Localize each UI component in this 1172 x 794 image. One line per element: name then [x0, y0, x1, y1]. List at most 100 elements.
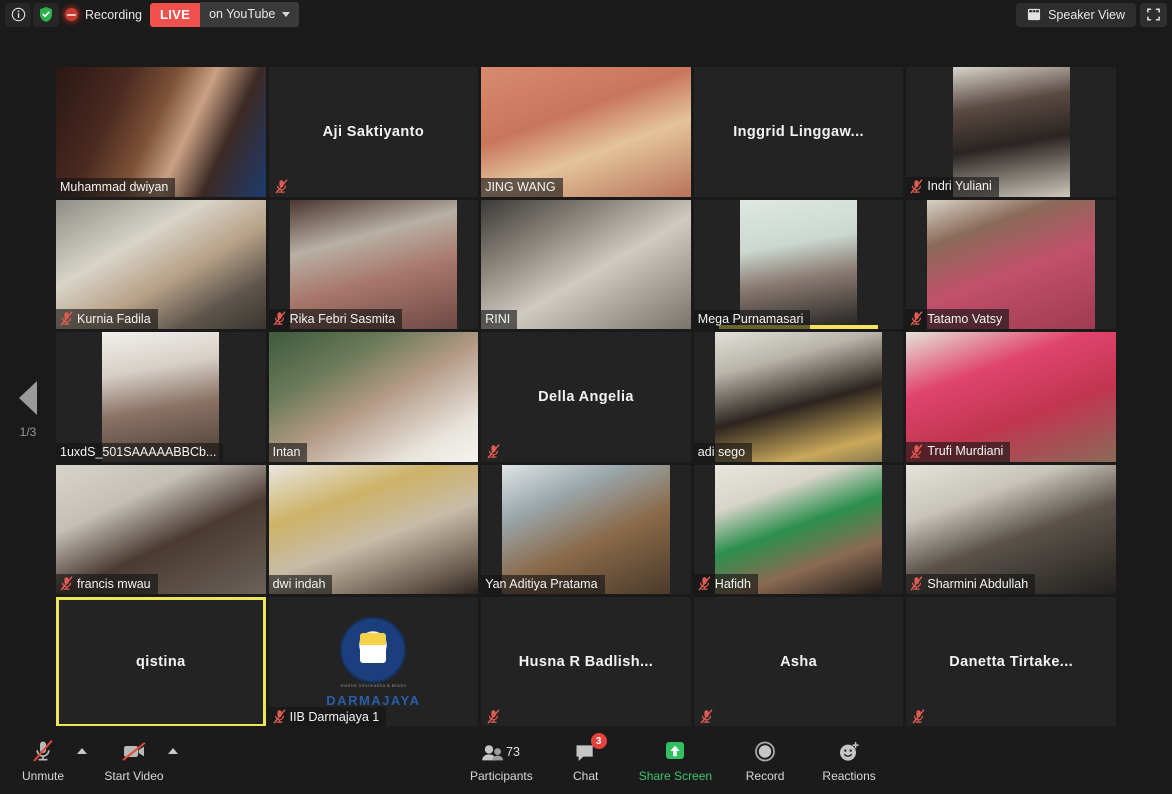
participant-name-bar: Mega Purnamasari	[693, 310, 811, 330]
previous-page-button[interactable]: 1/3	[10, 381, 46, 439]
participant-name-bar: Hafidh	[693, 574, 758, 595]
participant-tile[interactable]: Kurnia Fadila	[56, 199, 266, 330]
participant-tile[interactable]: Trufi Murdiani	[906, 332, 1116, 462]
participant-tile[interactable]: Rika Febri Sasmita	[268, 199, 479, 330]
participant-tile[interactable]: RINI	[481, 199, 691, 330]
grid-view-icon	[1028, 8, 1041, 21]
participant-name: adi sego	[697, 444, 746, 459]
participant-tile[interactable]: Intan	[268, 332, 479, 462]
mic-off-icon	[911, 311, 923, 326]
video-options-chevron-icon[interactable]	[168, 748, 178, 754]
mic-off-icon	[60, 576, 73, 591]
people-icon: 73	[480, 738, 522, 764]
participant-name-bar: Sharmini Abdullah	[906, 574, 1036, 595]
fullscreen-icon	[1147, 8, 1160, 21]
participant-name: Muhammad dwiyan	[60, 179, 169, 194]
share-screen-button[interactable]: Share Screen	[639, 732, 712, 788]
participants-label: Participants	[470, 768, 533, 783]
participant-tile[interactable]: Sharmini Abdullah	[906, 464, 1116, 595]
participant-tile[interactable]: Inggrid Linggaw...	[693, 67, 904, 197]
participant-tile[interactable]: Della Angelia	[481, 332, 691, 462]
participant-name: Indri Yuliani	[927, 179, 992, 194]
participant-name-bar: francis mwau	[56, 574, 158, 595]
shield-check-icon[interactable]	[33, 2, 59, 27]
participant-name-bar: Kurnia Fadila	[56, 309, 158, 330]
audio-options-chevron-icon[interactable]	[77, 748, 87, 754]
participant-tile[interactable]: adi sego	[693, 332, 904, 462]
info-icon[interactable]	[5, 2, 31, 27]
participant-tile[interactable]: francis mwau	[56, 464, 266, 595]
start-video-label: Start Video	[104, 768, 164, 783]
chat-label: Chat	[573, 768, 599, 783]
share-screen-icon	[660, 738, 690, 764]
participant-name: francis mwau	[77, 576, 151, 591]
participant-name: qistina	[136, 654, 186, 671]
mic-off-icon	[30, 738, 56, 764]
speaker-view-label: Speaker View	[1048, 7, 1125, 22]
participants-button[interactable]: 73 Participants	[470, 732, 533, 788]
participant-name: 1uxdS_501SAAAAABBCb...	[60, 444, 217, 459]
participant-tile[interactable]: Indri Yuliani	[906, 67, 1116, 197]
top-status-bar: Recording LIVE on YouTube Speaker View	[0, 0, 1172, 29]
participant-tile[interactable]: qistina	[56, 597, 266, 727]
start-video-button[interactable]: Start Video	[103, 732, 165, 788]
unmute-label: Unmute	[21, 768, 65, 783]
reactions-button[interactable]: Reactions	[818, 732, 880, 788]
fullscreen-button[interactable]	[1140, 2, 1167, 27]
platform-label: on YouTube	[209, 7, 276, 21]
streaming-platform-dropdown[interactable]: on YouTube	[200, 2, 300, 27]
unmute-button[interactable]: Unmute	[12, 732, 74, 788]
participant-name: Yan Aditiya Pratama	[485, 577, 598, 592]
mic-off-icon	[700, 709, 713, 724]
page-indicator: 1/3	[19, 425, 37, 439]
chat-unread-badge: 3	[590, 733, 607, 749]
participant-tile[interactable]: Husna R Badlish...	[481, 597, 691, 727]
mic-off-icon	[911, 576, 923, 591]
recording-indicator[interactable]: Recording	[65, 3, 142, 27]
recording-dot-icon	[65, 8, 78, 21]
mic-off-icon	[911, 444, 923, 459]
video-gallery: 1/3 Muhammad dwiyan Aji Saktiyanto JING WA…	[0, 29, 1172, 727]
participant-name: Husna R Badlish...	[518, 654, 654, 671]
participant-name-bar: IIB Darmajaya 1	[268, 707, 387, 727]
participant-name-bar: Intan	[268, 442, 308, 462]
participant-name: IIB Darmajaya 1	[289, 709, 380, 724]
participant-name: Mega Purnamasari	[697, 312, 804, 327]
mic-off-icon	[273, 311, 285, 326]
chat-button[interactable]: 3 Chat	[555, 732, 617, 788]
participant-name: Aji Saktiyanto	[322, 123, 425, 140]
participant-tile[interactable]: Danetta Tirtake...	[906, 597, 1116, 727]
participant-tile[interactable]: Mega Purnamasari	[693, 199, 904, 330]
participant-tile[interactable]: Institut Informatika & Bisnis DARMAJAYA II…	[268, 597, 479, 727]
chevron-left-icon	[19, 381, 37, 415]
participant-tile[interactable]: dwi indah	[268, 464, 479, 595]
participant-name-bar: Indri Yuliani	[906, 176, 999, 197]
participants-count: 73	[506, 745, 520, 759]
participant-tile[interactable]: Yan Aditiya Pratama	[481, 464, 691, 595]
participant-name-bar: Trufi Murdiani	[906, 441, 1011, 462]
participant-tile[interactable]: Muhammad dwiyan	[56, 67, 266, 197]
participant-name: Rika Febri Sasmita	[289, 311, 396, 326]
record-button[interactable]: Record	[734, 732, 796, 788]
participant-tile[interactable]: Asha	[693, 597, 904, 727]
mic-off-icon	[487, 444, 500, 459]
participant-name: Tatamo Vatsy	[927, 311, 1003, 326]
participant-name: Kurnia Fadila	[77, 311, 151, 326]
participant-name-bar: JING WANG	[481, 177, 563, 197]
participant-tile[interactable]: 1uxdS_501SAAAAABBCb...	[56, 332, 266, 462]
participant-name-bar: 1uxdS_501SAAAAABBCb...	[56, 442, 224, 462]
record-label: Record	[745, 768, 785, 783]
video-off-icon	[120, 738, 148, 764]
participant-tile[interactable]: Hafidh	[693, 464, 904, 595]
participant-tile[interactable]: Aji Saktiyanto	[268, 67, 479, 197]
mute-indicator	[481, 442, 507, 462]
participant-tile[interactable]: JING WANG	[481, 67, 691, 197]
participant-name-bar: Tatamo Vatsy	[906, 309, 1010, 330]
participant-name: Sharmini Abdullah	[927, 576, 1029, 591]
mute-indicator	[481, 707, 507, 727]
speaker-view-button[interactable]: Speaker View	[1016, 2, 1136, 27]
participant-name: dwi indah	[272, 577, 326, 592]
participant-name: Della Angelia	[538, 388, 634, 405]
record-circle-icon	[752, 738, 778, 764]
participant-tile[interactable]: Tatamo Vatsy	[906, 199, 1116, 330]
